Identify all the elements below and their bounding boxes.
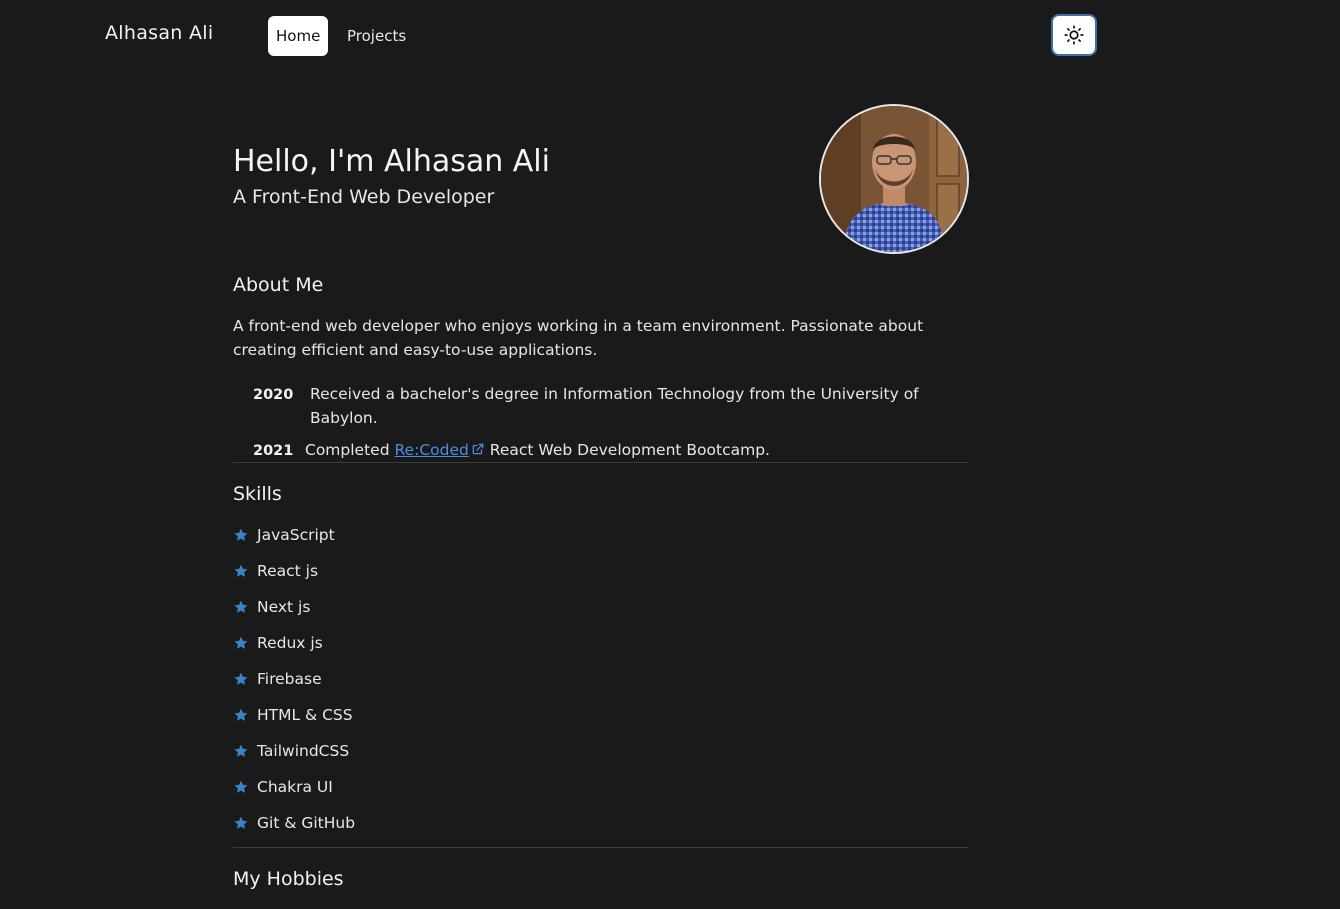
timeline-text: Received a bachelor's degree in Informat… [310,385,919,427]
skills-title: Skills [233,483,282,505]
about-text: A front-end web developer who enjoys wor… [233,317,924,359]
skill-item: TailwindCSS [233,739,355,775]
timeline-text-suffix: React Web Development Bootcamp. [489,441,770,459]
star-icon [234,672,248,685]
skill-label: Chakra UI [257,778,333,796]
skills-list: JavaScript React js Next js Redux js Firebas… [233,523,355,847]
skill-item: React js [233,559,355,595]
skill-label: Git & GitHub [257,814,356,832]
sun-icon [1064,25,1084,45]
skill-label: Next js [257,598,311,616]
nav-link-home[interactable]: Home [268,16,329,56]
hero-subtitle: A Front-End Web Developer [233,186,495,208]
timeline-text: Completed Re:Coded React Web Development… [305,438,770,462]
profile-photo [821,106,967,252]
skill-label: React js [257,562,319,580]
star-icon [234,636,248,649]
star-icon [234,564,248,577]
brand-name[interactable]: Alhasan Ali [105,22,213,44]
hobbies-title: My Hobbies [233,868,344,890]
skill-label: HTML & CSS [257,706,353,724]
recoded-link[interactable]: Re:Coded [394,441,484,459]
skill-label: Redux js [257,634,323,652]
recoded-link-label[interactable]: Re:Coded [394,441,468,459]
skill-item: JavaScript [233,523,355,559]
external-link-icon [472,443,484,455]
skill-item: Next js [233,595,355,631]
skill-item: Chakra UI [233,775,355,811]
about-title: About Me [233,274,324,296]
theme-toggle-button[interactable] [1051,14,1097,56]
hero-section: Hello, I'm Alhasan Ali A Front-End Web D… [233,90,969,262]
skill-item: Firebase [233,667,355,703]
timeline-year: 2021 [253,443,294,459]
star-icon [234,816,248,829]
star-icon [234,600,248,613]
main-content: Hello, I'm Alhasan Ali A Front-End Web D… [233,90,969,890]
timeline-year: 2020 [253,387,294,403]
section-divider [233,847,969,848]
star-icon [234,780,248,793]
star-icon [234,744,248,757]
star-icon [234,708,248,721]
nav-link-projects[interactable]: Projects [339,16,414,56]
skill-label: Firebase [257,670,322,688]
top-navbar: Alhasan Ali Home Projects [0,0,1340,72]
skill-label: JavaScript [257,526,335,544]
skill-item: HTML & CSS [233,703,355,739]
star-icon [234,528,248,541]
skill-item: Git & GitHub [233,811,355,847]
skill-label: TailwindCSS [257,742,350,760]
avatar [819,104,969,254]
timeline-text-prefix: Completed [305,441,390,459]
hero-greeting: Hello, I'm Alhasan Ali [233,144,550,179]
section-divider [233,462,969,463]
skill-item: Redux js [233,631,355,667]
